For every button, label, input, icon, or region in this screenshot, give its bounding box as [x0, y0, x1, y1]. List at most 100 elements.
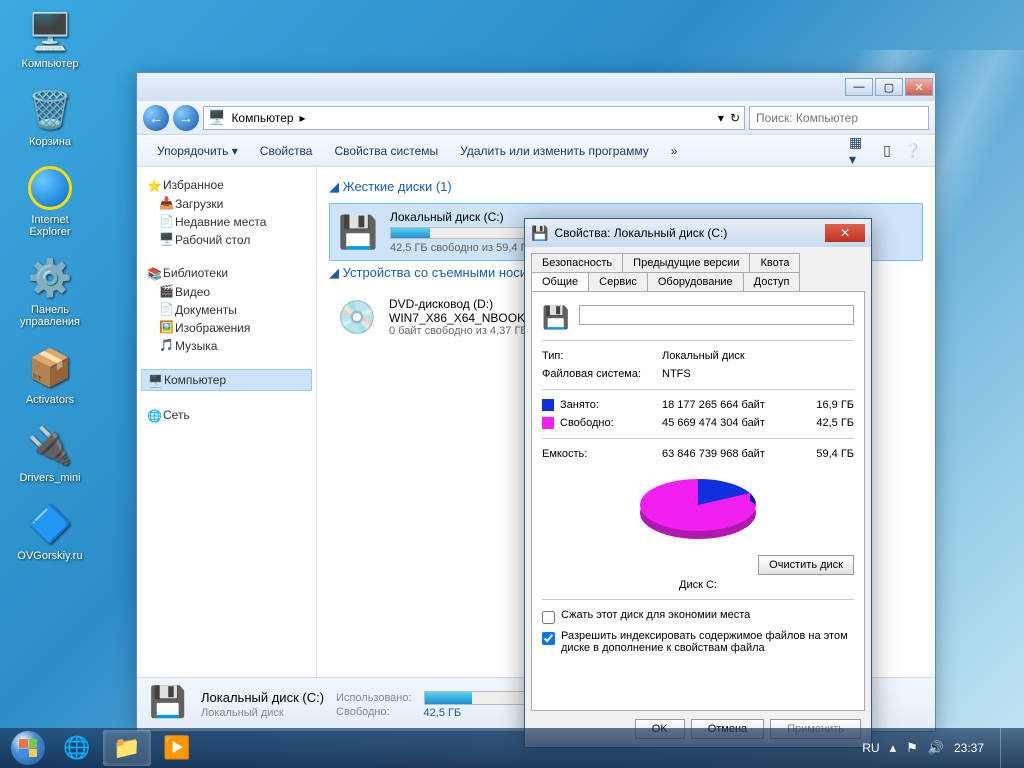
- used-label: Занято:: [560, 399, 599, 411]
- tab-row-2: Общие Сервис Оборудование Доступ: [525, 272, 871, 291]
- cmd-organize[interactable]: Упорядочить ▾: [147, 140, 248, 162]
- usage-bar: [390, 227, 530, 239]
- search-input[interactable]: [749, 106, 929, 130]
- task-ie[interactable]: 🌐: [53, 730, 101, 766]
- command-bar: Упорядочить ▾ Свойства Свойства системы …: [137, 135, 935, 167]
- used-bytes: 18 177 265 664 байт: [662, 399, 794, 411]
- hdd-icon: [336, 210, 380, 254]
- maximize-button[interactable]: ▢: [875, 78, 903, 96]
- preview-pane-button[interactable]: ▯: [875, 139, 899, 163]
- section-hdd[interactable]: ◢ Жесткие диски (1): [329, 179, 923, 195]
- tab-sharing[interactable]: Доступ: [743, 272, 801, 291]
- fs-label: Файловая система:: [542, 368, 662, 380]
- titlebar[interactable]: — ▢ ✕: [137, 73, 935, 101]
- desktop-icon-ovgorskiy[interactable]: OVGorskiy.ru: [10, 502, 90, 562]
- prop-close-button[interactable]: ✕: [825, 224, 865, 242]
- disk-caption: Диск C:: [542, 575, 854, 591]
- used-color-icon: [542, 399, 554, 411]
- desktop-icon-drivers[interactable]: Drivers_mini: [10, 424, 90, 484]
- drive-free-text: 42,5 ГБ свободно из 59,4 ГБ: [390, 242, 534, 254]
- dvd-free-text: 0 байт свободно из 4,37 ГБ: [389, 325, 528, 337]
- tab-panel-general: 💾 Тип:Локальный диск Файловая система:NT…: [531, 291, 865, 711]
- cap-bytes: 63 846 739 968 байт: [662, 448, 794, 460]
- fs-value: NTFS: [662, 368, 854, 380]
- address-bar[interactable]: 🖥️ Компьютер ▸ ▾ ↻: [203, 106, 745, 130]
- nav-desktop[interactable]: Рабочий стол: [141, 231, 312, 249]
- free-color-icon: [542, 417, 554, 429]
- free-gb: 42,5 ГБ: [794, 417, 854, 429]
- panel-drive-icon: 💾: [542, 305, 569, 331]
- index-checkbox[interactable]: Разрешить индексировать содержимое файло…: [542, 627, 854, 657]
- nav-libraries[interactable]: Библиотеки: [141, 263, 312, 283]
- clock[interactable]: 23:37: [954, 741, 984, 755]
- cmd-overflow[interactable]: »: [661, 140, 688, 162]
- tab-quota[interactable]: Квота: [749, 253, 800, 272]
- view-button[interactable]: ▦ ▾: [849, 139, 873, 163]
- cmd-properties[interactable]: Свойства: [250, 140, 323, 162]
- refresh-icon[interactable]: ↻: [730, 111, 740, 125]
- used-gb: 16,9 ГБ: [794, 399, 854, 411]
- nav-music[interactable]: Музыка: [141, 337, 312, 355]
- help-button[interactable]: ❔: [901, 139, 925, 163]
- tab-general[interactable]: Общие: [531, 272, 589, 291]
- nav-videos[interactable]: Видео: [141, 283, 312, 301]
- cmd-sysprops[interactable]: Свойства системы: [324, 140, 448, 162]
- desktop-icon-activators[interactable]: Activators: [10, 346, 90, 406]
- system-tray: RU ▴ ⚑ 🔊 23:37: [862, 728, 1020, 768]
- nav-pane: Избранное Загрузки Недавние места Рабочи…: [137, 167, 317, 677]
- forward-button[interactable]: →: [173, 105, 199, 131]
- tab-security[interactable]: Безопасность: [531, 253, 623, 272]
- prop-title: Свойства: Локальный диск (C:): [554, 226, 825, 240]
- tray-overflow-icon[interactable]: ▴: [890, 740, 897, 756]
- back-button[interactable]: ←: [143, 105, 169, 131]
- desktop-icon-computer[interactable]: Компьютер: [10, 10, 90, 70]
- breadcrumb: Компьютер: [231, 111, 293, 125]
- start-button[interactable]: [4, 730, 52, 766]
- task-media[interactable]: ▶️: [153, 730, 201, 766]
- dropdown-icon[interactable]: ▾: [718, 111, 724, 125]
- details-type: Локальный диск: [201, 707, 324, 719]
- cap-gb: 59,4 ГБ: [794, 448, 854, 460]
- free-label: Свободно:: [560, 417, 614, 429]
- volume-icon[interactable]: 🔊: [928, 740, 944, 756]
- tab-hardware[interactable]: Оборудование: [647, 272, 744, 291]
- desktop-icon-ie[interactable]: Internet Explorer: [10, 166, 90, 238]
- usage-pie-chart: [623, 471, 773, 551]
- nav-computer[interactable]: Компьютер: [141, 369, 312, 391]
- tab-prev-versions[interactable]: Предыдущие версии: [622, 253, 750, 272]
- nav-favorites[interactable]: Избранное: [141, 175, 312, 195]
- type-value: Локальный диск: [662, 350, 854, 362]
- taskbar: 🌐 📁 ▶️ RU ▴ ⚑ 🔊 23:37: [0, 728, 1024, 768]
- dvd-name: DVD-дисковод (D:)WIN7_X86_X64_NBOOK: [389, 297, 528, 325]
- drive-name: Локальный диск (C:): [390, 210, 534, 224]
- free-bytes: 45 669 474 304 байт: [662, 417, 794, 429]
- nav-pictures[interactable]: Изображения: [141, 319, 312, 337]
- nav-network[interactable]: Сеть: [141, 405, 312, 425]
- cmd-uninstall[interactable]: Удалить или изменить программу: [450, 140, 659, 162]
- tab-tools[interactable]: Сервис: [588, 272, 648, 291]
- task-explorer[interactable]: 📁: [103, 730, 151, 766]
- nav-documents[interactable]: Документы: [141, 301, 312, 319]
- properties-dialog: 💾 Свойства: Локальный диск (C:) ✕ Безопа…: [524, 218, 872, 748]
- minimize-button[interactable]: —: [845, 78, 873, 96]
- tab-row-1: Безопасность Предыдущие версии Квота: [525, 247, 871, 272]
- details-hdd-icon: 💾: [149, 685, 189, 725]
- nav-recent[interactable]: Недавние места: [141, 213, 312, 231]
- desktop-icon-control-panel[interactable]: Панель управления: [10, 256, 90, 328]
- close-button[interactable]: ✕: [905, 78, 933, 96]
- show-desktop-button[interactable]: [1000, 728, 1012, 768]
- dvd-icon: [335, 295, 379, 339]
- type-label: Тип:: [542, 350, 662, 362]
- details-name: Локальный диск (C:): [201, 690, 324, 705]
- breadcrumb-chevron-icon[interactable]: ▸: [300, 111, 306, 125]
- volume-label-input[interactable]: [579, 305, 854, 325]
- navbar: ← → 🖥️ Компьютер ▸ ▾ ↻: [137, 101, 935, 135]
- compress-checkbox[interactable]: Сжать этот диск для экономии места: [542, 606, 854, 627]
- desktop-icon-recycle-bin[interactable]: Корзина: [10, 88, 90, 148]
- details-used-label: Использовано:: [336, 692, 412, 704]
- prop-titlebar[interactable]: 💾 Свойства: Локальный диск (C:) ✕: [525, 219, 871, 247]
- lang-indicator[interactable]: RU: [862, 741, 879, 755]
- nav-downloads[interactable]: Загрузки: [141, 195, 312, 213]
- disk-cleanup-button[interactable]: Очистить диск: [758, 555, 854, 575]
- flag-icon[interactable]: ⚑: [906, 740, 918, 756]
